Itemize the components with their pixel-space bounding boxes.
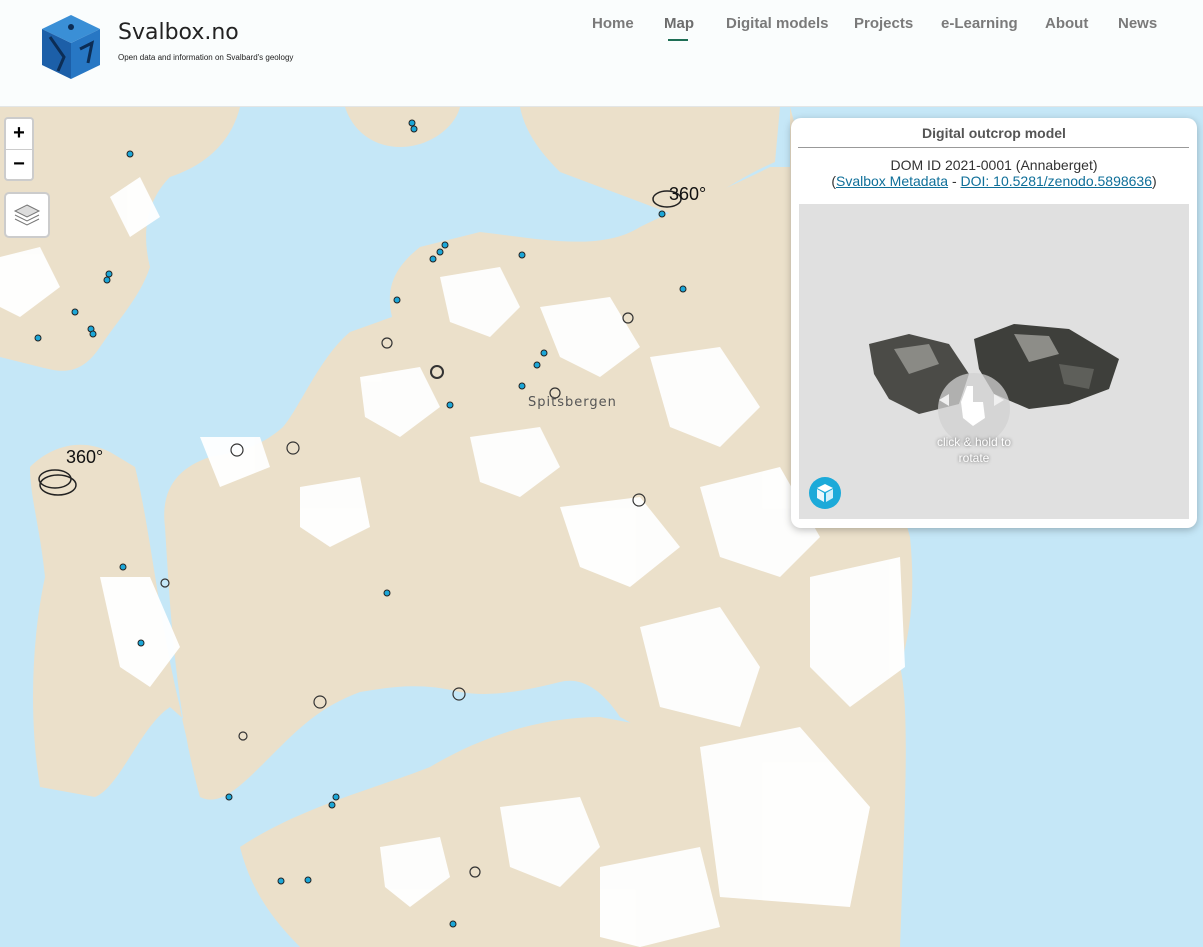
sketchfab-icon[interactable] xyxy=(809,477,841,509)
popup-title: Digital outcrop model xyxy=(922,125,1066,141)
popup-divider xyxy=(798,147,1189,148)
nav-home[interactable]: Home xyxy=(592,15,634,32)
layers-icon xyxy=(13,204,41,226)
popup-links: (Svalbox Metadata - DOI: 10.5281/zenodo.… xyxy=(791,173,1197,189)
3d-model-viewer[interactable]: click & hold to rotate xyxy=(799,204,1189,519)
outcrop-model-popup: Digital outcrop model DOM ID 2021-0001 (… xyxy=(791,118,1197,528)
zoom-control: + − xyxy=(4,117,34,181)
cube-glyph xyxy=(817,484,833,502)
nav-about[interactable]: About xyxy=(1045,15,1088,32)
nav-map[interactable]: Map xyxy=(664,15,694,41)
doi-link[interactable]: DOI: 10.5281/zenodo.5898636 xyxy=(961,173,1153,189)
svalbox-logo[interactable] xyxy=(40,13,102,81)
nav-e-learning[interactable]: e-Learning xyxy=(941,15,1018,32)
svalbox-metadata-link[interactable]: Svalbox Metadata xyxy=(836,173,948,189)
nav-projects[interactable]: Projects xyxy=(854,15,913,32)
site-tagline: Open data and information on Svalbard's … xyxy=(118,53,294,62)
site-title[interactable]: Svalbox.no xyxy=(118,20,239,45)
nav-digital-models[interactable]: Digital models xyxy=(726,15,829,32)
panorama-badge[interactable]: 360° xyxy=(669,184,706,205)
zoom-in-button[interactable]: + xyxy=(6,119,32,149)
link-separator: - xyxy=(948,173,961,189)
site-header: Svalbox.no Open data and information on … xyxy=(0,0,1203,107)
outcrop-model-render xyxy=(869,324,1119,445)
layers-button[interactable] xyxy=(4,192,50,238)
nav-map-label: Map xyxy=(664,15,694,32)
panorama-badge[interactable]: 360° xyxy=(66,447,103,468)
popup-dom-id: DOM ID 2021-0001 (Annaberget) xyxy=(890,157,1098,173)
nav-news[interactable]: News xyxy=(1118,15,1157,32)
nav-active-underline xyxy=(668,39,688,41)
paren-close: ) xyxy=(1152,173,1157,189)
rotate-hint: click & hold to rotate xyxy=(936,435,1012,465)
zoom-out-button[interactable]: − xyxy=(6,149,32,180)
place-label-spitsbergen: Spitsbergen xyxy=(528,395,617,410)
